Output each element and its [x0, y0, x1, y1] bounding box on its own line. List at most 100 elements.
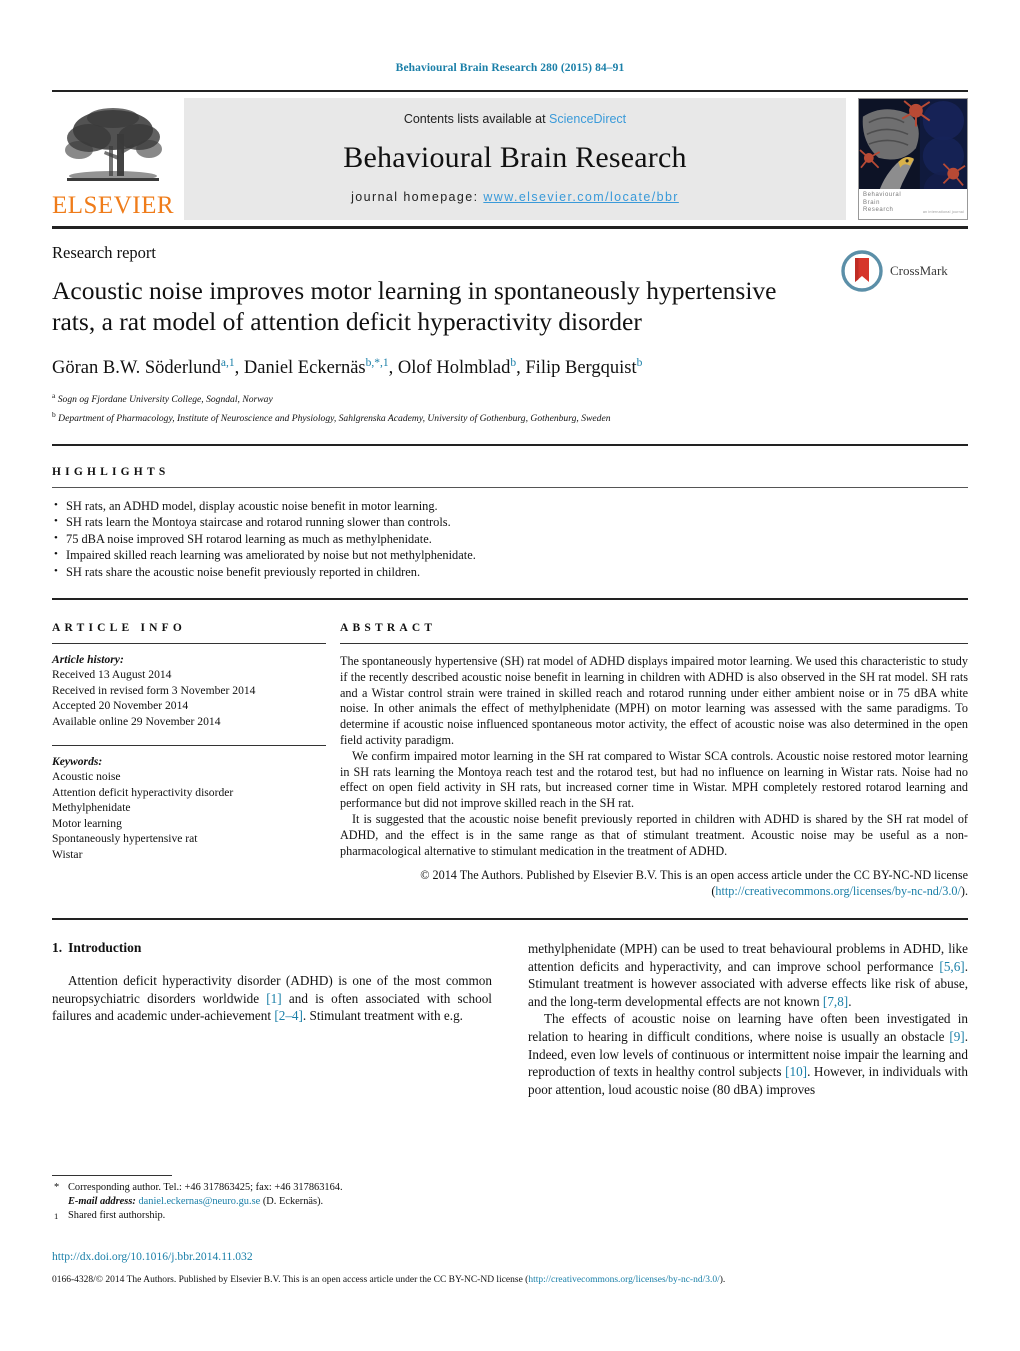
intro-paragraph-right-2: The effects of acoustic noise on learnin…	[528, 1010, 968, 1098]
section-number: 1.	[52, 939, 63, 955]
highlights-rule	[52, 486, 968, 488]
footnote-text: Corresponding author. Tel.: +46 31786342…	[68, 1182, 343, 1193]
abstract-paragraph: We confirm impaired motor learning in th…	[340, 748, 968, 811]
intro-paragraph-left: Attention deficit hyperactivity disorder…	[52, 972, 492, 1025]
journal-info-box: Contents lists available at ScienceDirec…	[184, 98, 846, 220]
reference-link[interactable]: [9]	[949, 1029, 964, 1044]
author-sup: b,*,1	[365, 357, 389, 369]
author-sup: a,1	[220, 357, 235, 369]
article-history-label: Article history:	[52, 653, 124, 667]
abstract-paragraph: It is suggested that the acoustic noise …	[340, 812, 968, 858]
cover-issn-note: an international journal	[922, 209, 964, 214]
author-sep: ,	[388, 358, 398, 379]
elsevier-wordmark: ELSEVIER	[51, 192, 175, 219]
article-first-page: Behavioural Brain Research 280 (2015) 84…	[0, 0, 1020, 1351]
highlights-list: SH rats, an ADHD model, display acoustic…	[52, 497, 968, 581]
history-item: Available online 29 November 2014	[52, 714, 221, 728]
author-name: Filip Bergquist	[525, 358, 637, 379]
author-sep: ,	[516, 358, 526, 379]
running-head: Behavioural Brain Research 280 (2015) 84…	[395, 62, 625, 74]
highlights-bottom-rule	[52, 598, 968, 601]
abstract-rule	[340, 643, 968, 645]
license-link[interactable]: http://creativecommons.org/licenses/by-n…	[715, 884, 961, 898]
keyword-item: Wistar	[52, 847, 83, 861]
journal-cover-label: Behavioural Brain Research an internatio…	[859, 189, 967, 219]
abstract-column: ABSTRACT The spontaneously hypertensive …	[340, 622, 968, 900]
author-entry: Filip Bergquistb	[525, 357, 642, 379]
history-item: Received in revised form 3 November 2014	[52, 683, 256, 697]
info-abstract-section: ARTICLE INFO Article history: Received 1…	[52, 622, 968, 900]
section-heading-introduction: 1. Introduction	[52, 940, 492, 956]
footnote-corresponding: * Corresponding author. Tel.: +46 317863…	[52, 1181, 482, 1195]
highlights-section: HIGHLIGHTS SH rats, an ADHD model, displ…	[52, 466, 968, 581]
article-doctype: Research report	[52, 243, 156, 262]
email-link[interactable]: daniel.eckernas@neuro.gu.se	[138, 1196, 260, 1207]
title-block: CrossMark Research report Acoustic noise…	[52, 229, 968, 426]
title-bottom-rule	[52, 443, 968, 446]
masthead-top-rule	[52, 90, 968, 92]
footnote-email: E-mail address: daniel.eckernas@neuro.gu…	[52, 1195, 482, 1209]
author-entry: Olof Holmbladb,	[398, 357, 526, 379]
article-info-column: ARTICLE INFO Article history: Received 1…	[52, 622, 340, 900]
journal-masthead: ELSEVIER Contents lists available at Sci…	[52, 98, 968, 220]
section-title: Introduction	[68, 939, 142, 955]
issn-copyright-line: 0166-4328/© 2014 The Authors. Published …	[52, 1274, 968, 1287]
list-item: SH rats share the acoustic noise benefit…	[52, 563, 968, 581]
homepage-label: journal homepage:	[351, 190, 479, 204]
issn-prefix: 0166-4328/© 2014 The Authors. Published …	[52, 1275, 529, 1285]
list-item: Impaired skilled reach learning was amel…	[52, 546, 968, 564]
affiliation-text: Sogn og Fjordane University College, Sog…	[57, 394, 273, 406]
crossmark-icon	[841, 250, 883, 292]
text-part: .	[848, 993, 852, 1009]
issn-license-link[interactable]: http://creativecommons.org/licenses/by-n…	[528, 1275, 719, 1285]
list-item: SH rats learn the Montoya staircase and …	[52, 513, 968, 531]
reference-link[interactable]: [7,8]	[823, 994, 848, 1009]
keyword-item: Acoustic noise	[52, 770, 121, 784]
text-part: . Stimulant treatment with e.g.	[302, 1008, 463, 1024]
body-left-column: 1. Introduction Attention deficit hyperac…	[52, 940, 492, 1098]
email-suffix: (D. Eckernäs).	[260, 1196, 324, 1207]
body-right-column: methylphenidate (MPH) can be used to tre…	[528, 940, 968, 1098]
journal-cover-thumbnail: Behavioural Brain Research an internatio…	[858, 98, 968, 220]
affiliation-mark: b	[52, 409, 56, 419]
abstract-bottom-rule	[52, 917, 968, 920]
keyword-item: Motor learning	[52, 816, 122, 830]
keywords-rule	[52, 745, 326, 747]
article-history-block: Article history: Received 13 August 2014…	[52, 652, 326, 729]
keywords-label: Keywords:	[52, 755, 103, 769]
abstract-copyright: © 2014 The Authors. Published by Elsevie…	[340, 868, 968, 900]
highlights-heading: HIGHLIGHTS	[52, 465, 170, 478]
affiliation-a: a Sogn og Fjordane University College, S…	[52, 389, 968, 407]
reference-link[interactable]: [1]	[266, 991, 281, 1006]
contents-prefix: Contents lists available at	[403, 112, 550, 126]
crossmark-label: CrossMark	[890, 263, 948, 278]
footnotes-block: * Corresponding author. Tel.: +46 317863…	[52, 1175, 482, 1223]
journal-title: Behavioural Brain Research	[343, 141, 687, 174]
elsevier-logo: ELSEVIER	[52, 98, 174, 220]
email-label: E-mail address:	[68, 1196, 136, 1207]
footnote-mark: 1	[54, 1211, 59, 1221]
history-item: Received 13 August 2014	[52, 668, 172, 682]
author-name: Göran B.W. Söderlund	[52, 358, 221, 379]
article-info-rule	[52, 643, 326, 645]
keywords-block: Keywords: Acoustic noise Attention defic…	[52, 754, 326, 862]
text-part: methylphenidate (MPH) can be used to tre…	[528, 940, 968, 974]
journal-homepage-link[interactable]: www.elsevier.com/locate/bbr	[483, 190, 679, 204]
crossmark-badge[interactable]: CrossMark	[840, 249, 968, 293]
footnote-mark: *	[54, 1182, 60, 1193]
reference-link[interactable]: [10]	[785, 1064, 807, 1079]
footnote-shared-authorship: 1 Shared first authorship.	[52, 1209, 482, 1223]
author-name: Daniel Eckernäs	[243, 358, 366, 379]
reference-link[interactable]: [2–4]	[274, 1008, 303, 1023]
sciencedirect-link[interactable]: ScienceDirect	[549, 112, 626, 126]
text-part: The effects of acoustic noise on learnin…	[528, 1011, 968, 1044]
doi-link[interactable]: http://dx.doi.org/10.1016/j.bbr.2014.11.…	[52, 1250, 253, 1263]
intro-paragraph-right-1: methylphenidate (MPH) can be used to tre…	[528, 940, 968, 1010]
reference-link[interactable]: [5,6]	[939, 959, 964, 974]
history-item: Accepted 20 November 2014	[52, 699, 189, 713]
list-item: SH rats, an ADHD model, display acoustic…	[52, 497, 968, 515]
journal-homepage-line: journal homepage: www.elsevier.com/locat…	[351, 190, 679, 204]
abstract-heading: ABSTRACT	[340, 622, 437, 635]
keyword-item: Spontaneously hypertensive rat	[52, 832, 198, 846]
issn-suffix: ).	[719, 1275, 726, 1285]
